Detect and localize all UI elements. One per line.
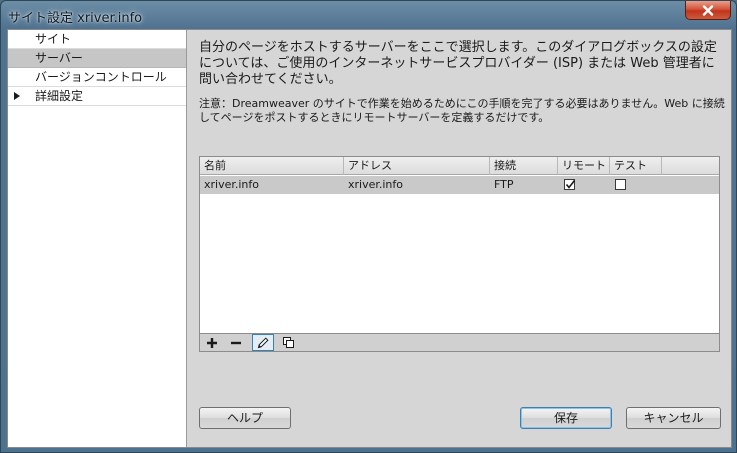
- sidebar-item-label: バージョンコントロール: [35, 70, 167, 84]
- duplicate-icon: [282, 337, 294, 348]
- remote-checkbox[interactable]: [564, 179, 576, 190]
- column-header-test[interactable]: テスト: [610, 157, 662, 175]
- server-note: 注意：Dreamweaver のサイトで作業を始めるためにこの手順を完了する必要…: [199, 97, 725, 124]
- sidebar-item-servers[interactable]: サーバー: [8, 49, 186, 68]
- help-button[interactable]: ヘルプ: [199, 407, 291, 429]
- table-row[interactable]: xriver.info xriver.info FTP: [200, 176, 719, 194]
- dialog-content: サイト サーバー バージョンコントロール 詳細設定 自分のページをホストするサー…: [7, 29, 732, 448]
- sidebar-item-site[interactable]: サイト: [8, 30, 186, 49]
- cancel-button[interactable]: キャンセル: [626, 407, 721, 429]
- server-table: 名前 アドレス 接続 リモート テスト xriver.info xriver.i…: [199, 156, 720, 334]
- category-sidebar: サイト サーバー バージョンコントロール 詳細設定: [8, 30, 187, 447]
- window-title: サイト設定 xriver.info: [8, 11, 143, 26]
- edit-server-button[interactable]: [252, 334, 274, 351]
- column-header-name[interactable]: 名前: [200, 157, 344, 175]
- dialog-window: サイト設定 xriver.info サイト サーバー バージョンコントロール 詳…: [0, 0, 737, 453]
- server-toolbar: [199, 334, 720, 352]
- sidebar-item-label: サイト: [35, 32, 72, 46]
- column-header-connection[interactable]: 接続: [490, 157, 558, 175]
- save-button[interactable]: 保存: [520, 407, 612, 429]
- close-icon: [702, 4, 714, 16]
- title-bar[interactable]: サイト設定 xriver.info: [1, 1, 736, 29]
- minus-icon: [231, 341, 241, 344]
- close-button[interactable]: [685, 1, 731, 20]
- add-server-button[interactable]: [202, 334, 222, 351]
- sidebar-item-advanced[interactable]: 詳細設定: [8, 87, 186, 106]
- sidebar-item-version-control[interactable]: バージョンコントロール: [8, 68, 186, 87]
- server-name-cell: xriver.info: [204, 178, 260, 191]
- server-connection-cell: FTP: [494, 178, 514, 191]
- table-header: 名前 アドレス 接続 リモート テスト: [200, 157, 719, 175]
- expand-arrow-icon[interactable]: [14, 92, 20, 100]
- server-address-cell: xriver.info: [348, 178, 404, 191]
- pencil-icon: [257, 336, 269, 348]
- remove-server-button[interactable]: [226, 334, 246, 351]
- duplicate-server-button[interactable]: [278, 334, 298, 351]
- server-description: 自分のページをホストするサーバーをここで選択します。このダイアログボックスの設定…: [199, 40, 717, 87]
- test-checkbox[interactable]: [615, 179, 626, 190]
- sidebar-item-label: サーバー: [35, 51, 83, 65]
- column-header-address[interactable]: アドレス: [344, 157, 490, 175]
- checkmark-icon: [565, 180, 576, 189]
- column-header-remote[interactable]: リモート: [558, 157, 610, 175]
- sidebar-item-label: 詳細設定: [35, 89, 84, 103]
- plus-icon: [207, 337, 217, 348]
